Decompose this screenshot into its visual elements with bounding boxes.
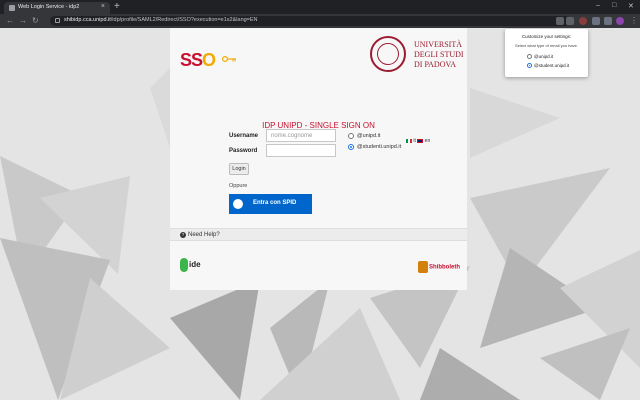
url-text: shibidp.cca.unipd.it/idp/profile/SAML2/R… [64,17,258,23]
radio-unipd[interactable] [348,133,354,139]
pin-icon[interactable] [604,17,612,25]
language-switcher: it en [406,138,430,144]
browser-tab-bar: Web Login Service - idp2 × + – □ ✕ [0,0,640,14]
help-section[interactable]: ? Need Help? [170,228,467,241]
page-background: SSO UNIVERSITÀ DEGLI STUDI DI PADOVA IDP… [0,28,640,400]
tab-close-icon[interactable]: × [101,3,105,10]
unipd-seal-logo [370,36,406,72]
help-text[interactable]: Need Help? [188,232,220,238]
shibboleth-shield-icon [418,261,428,273]
maximize-icon[interactable]: □ [612,2,616,9]
password-input[interactable] [266,144,336,157]
italian-flag-icon[interactable] [406,138,412,143]
english-flag-icon[interactable] [417,138,424,143]
forward-icon[interactable]: → [19,16,27,25]
lock-icon [55,18,60,23]
browser-toolbar: ← → ↻ shibidp.cca.unipd.it/idp/profile/S… [0,14,640,28]
lang-it-link[interactable]: it [413,138,416,144]
close-window-icon[interactable]: ✕ [628,2,634,10]
extension-active-icon[interactable] [579,17,587,25]
back-icon[interactable]: ← [6,16,14,25]
popup-radio-unipd[interactable] [527,54,532,60]
popup-subtitle: Select what type of email you have. [515,43,578,48]
popup-title: Customize your settings: [521,34,572,39]
extensions-puzzle-icon[interactable] [592,17,600,25]
address-bar[interactable]: shibidp.cca.unipd.it/idp/profile/SAML2/R… [50,16,570,26]
share-icon[interactable] [556,17,564,25]
password-label: Password [229,148,258,154]
radio-studenti[interactable] [348,144,354,150]
tab-title: Web Login Service - idp2 [18,4,80,10]
minimize-icon[interactable]: – [596,2,600,9]
popup-option-unipd[interactable]: @unipd.it [527,54,553,60]
radio-unipd-label: @unipd.it [357,133,381,139]
browser-tab[interactable]: Web Login Service - idp2 × [4,2,110,14]
spid-button-label: Entra con SPID [253,200,297,206]
ide-logo: ide [180,258,201,272]
login-button[interactable]: Login [229,163,249,175]
ide-key-icon [180,258,188,272]
new-tab-button[interactable]: + [114,1,120,12]
menu-kebab-icon[interactable]: ⋮ [630,16,638,25]
radio-studenti-label: @studenti.unipd.it [357,144,402,150]
shibboleth-logo: Shibboleth [418,261,460,273]
tab-favicon-icon [9,5,15,11]
spid-person-icon [233,199,243,209]
sso-logo: SSO [180,50,216,70]
question-circle-icon: ? [180,232,186,238]
unipd-name: UNIVERSITÀ DEGLI STUDI DI PADOVA [414,40,464,69]
reload-icon[interactable]: ↻ [32,16,39,25]
lang-en-link[interactable]: en [425,138,431,144]
oppure-text: Oppure [229,183,248,189]
spid-login-button[interactable]: Entra con SPID [229,194,312,214]
key-icon [222,56,236,62]
username-input[interactable] [266,129,336,142]
bookmark-star-icon[interactable] [566,17,574,25]
login-card: SSO UNIVERSITÀ DEGLI STUDI DI PADOVA IDP… [170,28,467,290]
extension-settings-popup: Customize your settings: Select what typ… [505,29,588,77]
popup-option-student[interactable]: @student.unipd.it [527,63,569,69]
profile-avatar[interactable] [616,17,624,25]
popup-radio-student[interactable] [527,63,532,69]
username-label: Username [229,133,259,139]
